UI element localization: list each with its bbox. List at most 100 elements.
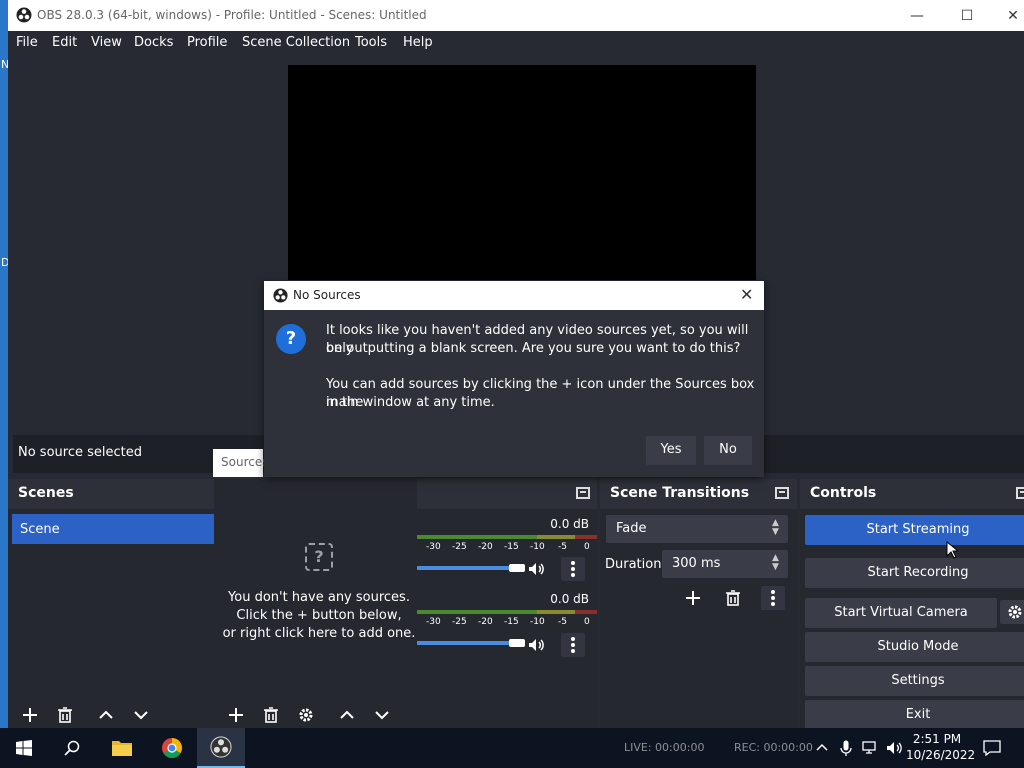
sources-empty-line2: Click the + button below, bbox=[236, 608, 402, 623]
updown-icon: ▲ ▼ bbox=[772, 518, 779, 537]
gear-icon bbox=[1008, 605, 1022, 619]
add-transition-button[interactable] bbox=[681, 586, 705, 610]
menu-profile[interactable]: Profile bbox=[187, 35, 227, 50]
undock-icon[interactable] bbox=[1016, 487, 1024, 499]
volume-slider-2[interactable] bbox=[417, 641, 523, 645]
mixer-menu-button-1[interactable] bbox=[561, 557, 585, 581]
menu-scene-collection[interactable]: Scene Collection bbox=[242, 35, 350, 50]
volume-knob-1[interactable] bbox=[509, 564, 525, 572]
speaker-icon bbox=[529, 563, 544, 575]
chrome-button[interactable] bbox=[148, 728, 196, 768]
menu-edit[interactable]: Edit bbox=[52, 35, 77, 50]
undock-icon[interactable] bbox=[775, 487, 789, 499]
exit-button[interactable]: Exit bbox=[805, 700, 1024, 728]
rec-status: REC: 00:00:00 bbox=[734, 741, 813, 754]
undock-icon[interactable] bbox=[576, 487, 590, 499]
microphone-icon bbox=[840, 740, 852, 756]
plus-icon bbox=[686, 591, 700, 605]
transition-select[interactable]: Fade ▲ ▼ bbox=[606, 515, 788, 543]
network-button[interactable] bbox=[858, 728, 882, 768]
volume-button[interactable] bbox=[882, 728, 906, 768]
obs-logo-icon bbox=[273, 288, 288, 303]
search-button[interactable] bbox=[48, 728, 96, 768]
maximize-button[interactable]: ☐ bbox=[944, 0, 990, 31]
volume-slider-1[interactable] bbox=[417, 566, 523, 570]
menu-docks[interactable]: Docks bbox=[134, 35, 173, 50]
obs-logo-icon bbox=[210, 736, 232, 758]
move-scene-down-button[interactable] bbox=[129, 703, 153, 727]
trash-icon bbox=[264, 707, 278, 723]
mute-button-2[interactable] bbox=[527, 633, 545, 657]
start-recording-button[interactable]: Start Recording bbox=[805, 558, 1024, 588]
plus-icon bbox=[23, 708, 37, 722]
transition-menu-button[interactable] bbox=[761, 586, 785, 610]
chevron-down-icon bbox=[375, 711, 389, 720]
mixer-db-1: 0.0 dB bbox=[550, 517, 589, 531]
plus-icon bbox=[229, 708, 243, 722]
dialog-message-line2: be outputting a blank screen. Are you su… bbox=[326, 341, 741, 356]
remove-scene-button[interactable] bbox=[53, 703, 77, 727]
mute-button-1[interactable] bbox=[527, 557, 545, 581]
scene-transitions-dock: Scene Transitions Fade ▲ ▼ Duration 300 m… bbox=[600, 479, 797, 728]
obs-logo-icon bbox=[16, 7, 32, 23]
sources-dock[interactable]: ? You don't have any sources. Click the … bbox=[214, 479, 417, 728]
settings-button[interactable]: Settings bbox=[805, 666, 1024, 696]
minimize-button[interactable]: — bbox=[894, 0, 940, 31]
studio-mode-button[interactable]: Studio Mode bbox=[805, 632, 1024, 662]
scene-transitions-title: Scene Transitions bbox=[610, 485, 750, 501]
menu-tools[interactable]: Tools bbox=[355, 35, 387, 50]
scenes-dock: Scenes Scene bbox=[8, 479, 214, 728]
menu-view[interactable]: View bbox=[91, 35, 122, 50]
tray-chevron-button[interactable] bbox=[810, 728, 834, 768]
notifications-button[interactable] bbox=[968, 728, 1016, 768]
obs-taskbar-button[interactable] bbox=[197, 728, 245, 768]
chevron-up-icon bbox=[99, 710, 113, 719]
preview-canvas[interactable] bbox=[288, 65, 756, 280]
scene-list-item[interactable]: Scene bbox=[12, 514, 214, 544]
microphone-button[interactable] bbox=[834, 728, 858, 768]
yes-button[interactable]: Yes bbox=[646, 436, 696, 465]
add-source-button[interactable] bbox=[224, 703, 248, 727]
taskbar-clock[interactable]: 2:51 PM 10/26/2022 bbox=[906, 731, 976, 763]
mouse-cursor-icon bbox=[946, 541, 958, 559]
meter-scale-2: -30 -25 -20 -15 -10 -5 0 bbox=[426, 617, 590, 627]
mixer-menu-button-2[interactable] bbox=[561, 633, 585, 657]
start-virtual-camera-button[interactable]: Start Virtual Camera bbox=[805, 598, 997, 628]
mixer-db-2: 0.0 dB bbox=[550, 592, 589, 606]
desktop-edge: N D bbox=[0, 0, 9, 728]
dialog-message-line4: main window at any time. bbox=[326, 395, 495, 410]
search-icon bbox=[64, 740, 80, 756]
move-scene-up-button[interactable] bbox=[94, 703, 118, 727]
dialog-close-icon[interactable]: ✕ bbox=[740, 285, 753, 304]
speaker-icon bbox=[529, 639, 544, 651]
source-properties-button[interactable] bbox=[294, 703, 318, 727]
move-source-down-button[interactable] bbox=[370, 703, 394, 727]
volume-knob-2[interactable] bbox=[509, 639, 525, 647]
menu-help[interactable]: Help bbox=[403, 35, 433, 50]
folder-icon bbox=[112, 741, 132, 756]
close-window-button[interactable]: ✕ bbox=[990, 0, 1024, 31]
question-icon: ? bbox=[276, 324, 306, 354]
more-vertical-icon bbox=[571, 561, 575, 577]
start-button[interactable] bbox=[0, 728, 48, 768]
title-bar: OBS 28.0.3 (64-bit, windows) - Profile: … bbox=[8, 0, 1024, 31]
add-scene-button[interactable] bbox=[18, 703, 42, 727]
network-icon bbox=[862, 741, 876, 754]
controls-dock: Controls Start Streaming Start Recording… bbox=[800, 479, 1024, 728]
trash-icon bbox=[726, 590, 740, 606]
start-streaming-button[interactable]: Start Streaming bbox=[805, 515, 1024, 545]
dialog-title: No Sources bbox=[293, 288, 361, 302]
no-button[interactable]: No bbox=[704, 436, 752, 465]
speaker-icon bbox=[887, 742, 902, 754]
virtual-camera-settings-button[interactable] bbox=[1000, 600, 1024, 624]
remove-transition-button[interactable] bbox=[721, 586, 745, 610]
duration-spinbox[interactable]: 300 ms ▲ ▼ bbox=[662, 550, 788, 578]
controls-title: Controls bbox=[810, 485, 877, 501]
remove-source-button[interactable] bbox=[259, 703, 283, 727]
menu-file[interactable]: File bbox=[16, 35, 38, 50]
file-explorer-button[interactable] bbox=[98, 728, 146, 768]
move-source-up-button[interactable] bbox=[335, 703, 359, 727]
spin-icon: ▲ ▼ bbox=[772, 553, 779, 572]
clock-date: 10/26/2022 bbox=[906, 748, 976, 762]
taskbar: LIVE: 00:00:00 REC: 00:00:00 2:51 PM 10/… bbox=[0, 728, 1024, 768]
